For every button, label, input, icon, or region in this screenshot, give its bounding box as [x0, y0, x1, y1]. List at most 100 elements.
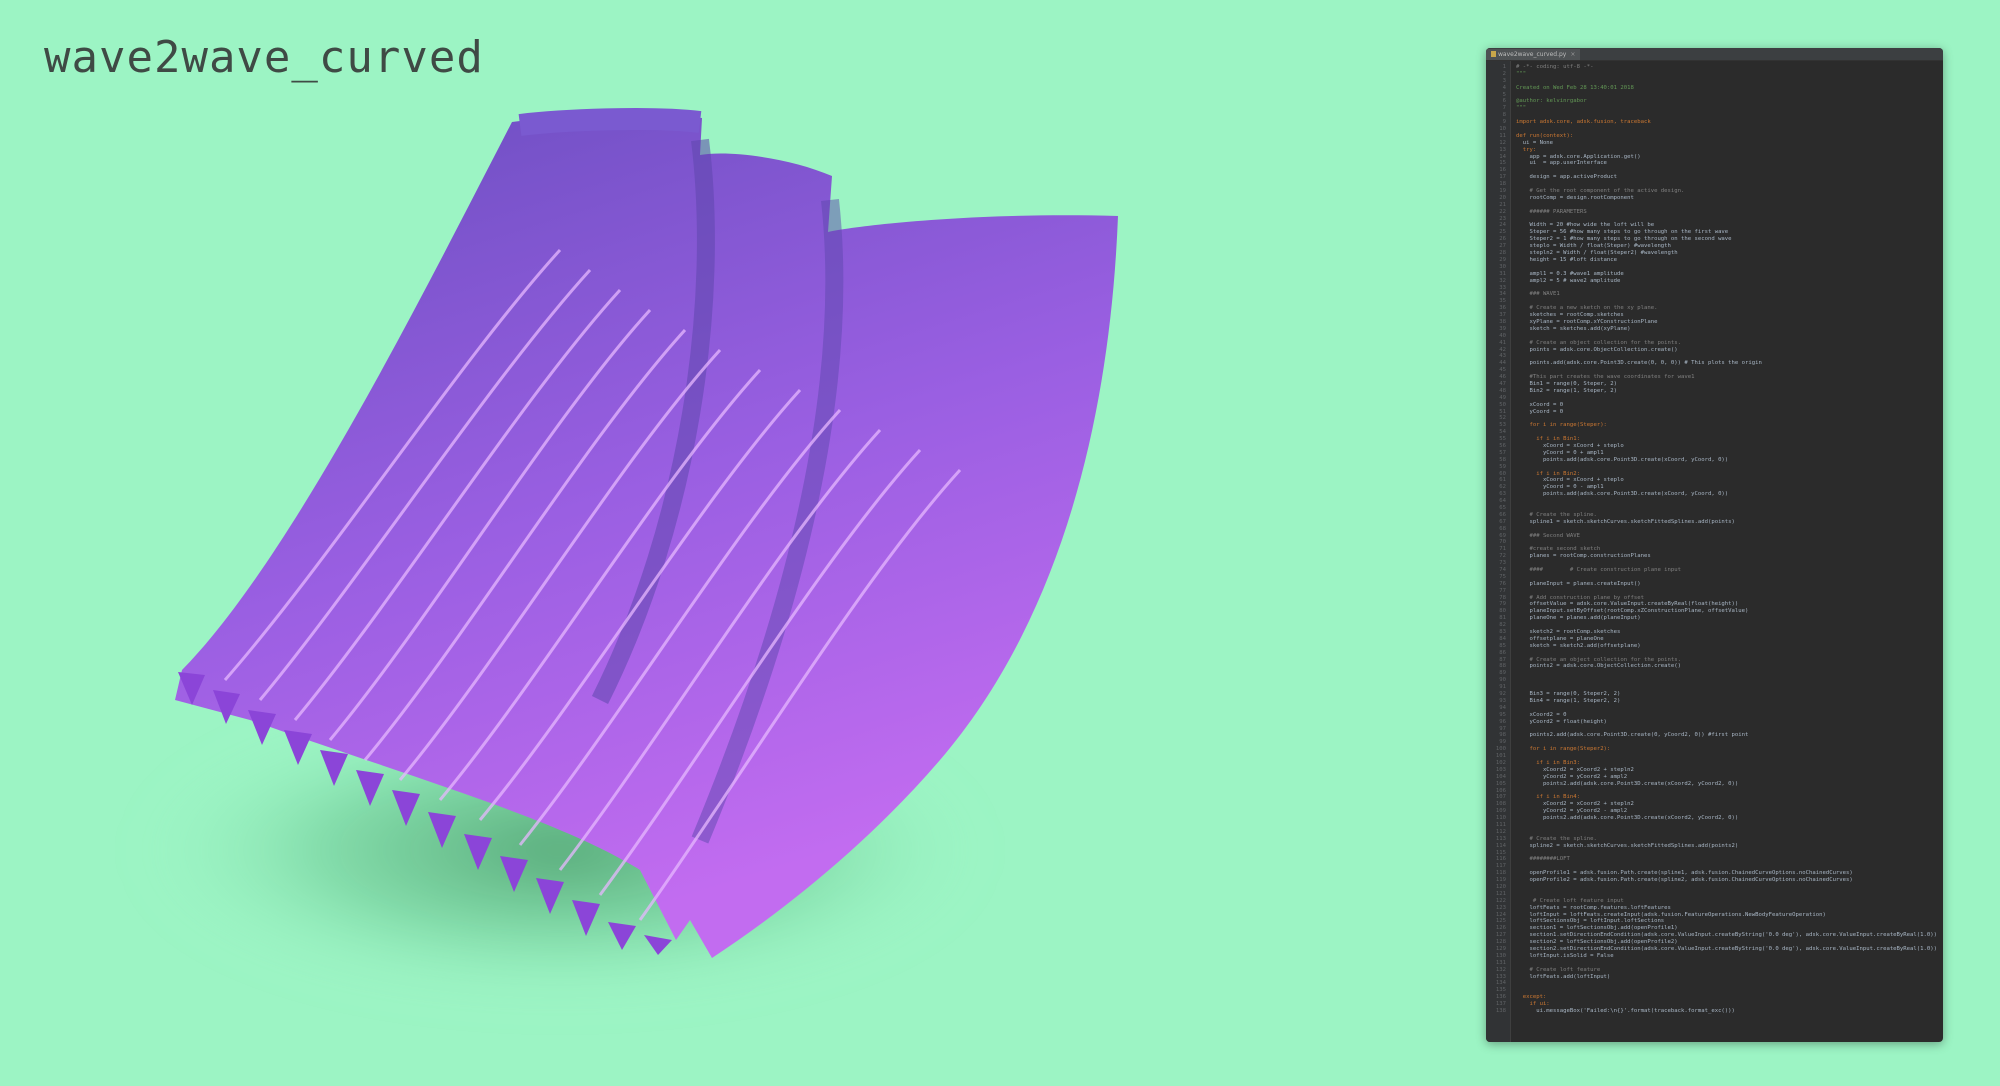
code-line: 56 xCoord = xCoord + steplo	[1486, 443, 1943, 450]
line-number: 48	[1499, 387, 1506, 394]
line-number: 116	[1495, 856, 1506, 863]
code-line: 15 ui = app.userInterface	[1486, 160, 1943, 167]
line-number: 66	[1499, 511, 1506, 518]
code-line: 114 spline2 = sketch.sketchCurves.sketch…	[1486, 843, 1943, 850]
line-number: 97	[1499, 725, 1506, 732]
line-number: 99	[1499, 739, 1506, 746]
code-text: if i in Bin2:	[1516, 470, 1580, 477]
editor-tab[interactable]: wave2wave_curved.py ×	[1486, 48, 1581, 60]
code-text: yCoord2 = yCoord2 - ampl2	[1516, 808, 1628, 815]
line-number: 49	[1499, 394, 1506, 401]
code-text: if ui:	[1516, 1001, 1550, 1008]
code-text: xCoord = xCoord + steplo	[1516, 442, 1624, 449]
code-text: except:	[1516, 994, 1547, 1001]
line-number: 86	[1499, 649, 1506, 656]
line-number: 19	[1499, 188, 1506, 195]
code-line: 12 ui = None	[1486, 140, 1943, 147]
code-text: xCoord = 0	[1516, 401, 1564, 408]
line-number: 37	[1499, 312, 1506, 319]
code-line: 133 loftFeats.add(loftInput)	[1486, 974, 1943, 981]
code-text: openProfile2 = adsk.fusion.Path.create(s…	[1516, 877, 1853, 884]
code-line: 98 points2.add(adsk.core.Point3D.create(…	[1486, 732, 1943, 739]
code-line: 100 for i in range(Steper2):	[1486, 746, 1943, 753]
line-number: 138	[1495, 1008, 1506, 1015]
code-line: 2 """	[1486, 71, 1943, 78]
editor-body[interactable]: 1 # -*- coding: utf-8 -*- 2 """ 3 4 Created on…	[1486, 61, 1943, 1042]
editor-tab-label: wave2wave_curved.py	[1498, 50, 1567, 58]
code-text: xyPlane = rootComp.xYConstructionPlane	[1516, 318, 1658, 325]
code-line: 97	[1486, 726, 1943, 733]
code-line: 45	[1486, 367, 1943, 374]
code-text: loftInput.isSolid = False	[1516, 952, 1614, 959]
code-text: ui = app.userInterface	[1516, 160, 1607, 167]
code-line: 62 yCoord = 0 - ampl1	[1486, 484, 1943, 491]
code-line: 24 Width = 20 #how wide the loft will be	[1486, 222, 1943, 229]
wave-surface-render	[140, 107, 1118, 1000]
code-line: 58 points.add(adsk.core.Point3D.create(x…	[1486, 457, 1943, 464]
code-text: yCoord2 = float(height)	[1516, 718, 1607, 725]
code-line: 59	[1486, 464, 1943, 471]
line-number: 73	[1499, 560, 1506, 567]
code-line: 69 ### Second WAVE	[1486, 533, 1943, 540]
line-number: 108	[1495, 801, 1506, 808]
line-number: 36	[1499, 305, 1506, 312]
python-file-icon	[1491, 51, 1496, 57]
code-text: loftFeats = rootComp.features.loftFeatur…	[1516, 904, 1671, 911]
line-number: 58	[1499, 456, 1506, 463]
line-number: 35	[1499, 298, 1506, 305]
code-line: 16	[1486, 167, 1943, 174]
code-line: 99	[1486, 739, 1943, 746]
code-line: 103 xCoord2 = xCoord2 + stepln2	[1486, 767, 1943, 774]
code-line: 101	[1486, 753, 1943, 760]
code-text: ui = None	[1516, 139, 1554, 146]
line-number: 18	[1499, 181, 1506, 188]
line-number: 123	[1495, 904, 1506, 911]
code-line: 88 points2 = adsk.core.ObjectCollection.…	[1486, 663, 1943, 670]
code-line: 51 yCoord = 0	[1486, 409, 1943, 416]
line-number: 12	[1499, 139, 1506, 146]
code-text: # Create the spline.	[1516, 835, 1597, 842]
line-number: 107	[1495, 794, 1506, 801]
code-line: 105 points2.add(adsk.core.Point3D.create…	[1486, 781, 1943, 788]
code-text: Bin3 = range(0, Steper2, 2)	[1516, 691, 1621, 698]
code-line: 65	[1486, 505, 1943, 512]
code-text: xCoord2 = xCoord2 + stepln2	[1516, 766, 1634, 773]
code-text: # Get the root component of the active d…	[1516, 188, 1685, 195]
code-text: """	[1516, 105, 1527, 112]
code-text: Created on Wed Feb 28 13:40:01 2018	[1516, 84, 1634, 91]
code-line: 135	[1486, 987, 1943, 994]
code-line: 22 ###### PARAMETERS	[1486, 209, 1943, 216]
line-number: 32	[1499, 277, 1506, 284]
code-line: 43	[1486, 353, 1943, 360]
line-number: 31	[1499, 270, 1506, 277]
code-line: 28 stepln2 = Width / float(Steper2) #wav…	[1486, 250, 1943, 257]
code-text: points = adsk.core.ObjectCollection.crea…	[1516, 346, 1678, 353]
code-line: 72 planes = rootComp.constructionPlanes	[1486, 553, 1943, 560]
code-line: 107 if i in Bin4:	[1486, 794, 1943, 801]
line-number: 105	[1495, 780, 1506, 787]
line-number: 96	[1499, 718, 1506, 725]
line-number: 56	[1499, 442, 1506, 449]
line-number: 104	[1495, 773, 1506, 780]
code-editor-window[interactable]: wave2wave_curved.py × 1 # -*- coding: utf…	[1486, 48, 1943, 1042]
line-number: 5	[1502, 91, 1506, 98]
code-text: sketch = sketch2.add(offsetplane)	[1516, 642, 1641, 649]
line-number: 29	[1499, 256, 1506, 263]
code-line: 44 points.add(adsk.core.Point3D.create(0…	[1486, 360, 1943, 367]
code-line: 93 Bin4 = range(1, Steper2, 2)	[1486, 698, 1943, 705]
code-line: 83 sketch2 = rootComp.sketches	[1486, 629, 1943, 636]
line-number: 60	[1499, 470, 1506, 477]
line-number: 125	[1495, 918, 1506, 925]
code-text: #create second sketch	[1516, 546, 1601, 553]
close-icon[interactable]: ×	[1570, 51, 1575, 58]
line-number: 41	[1499, 339, 1506, 346]
code-text: if i in Bin1:	[1516, 436, 1580, 443]
line-number: 101	[1495, 753, 1506, 760]
code-text: # Create a new sketch on the xy plane.	[1516, 305, 1658, 312]
code-text: for i in range(Steper2):	[1516, 746, 1611, 753]
line-number: 75	[1499, 573, 1506, 580]
code-text: planeInput = planes.createInput()	[1516, 580, 1641, 587]
code-line: 70	[1486, 539, 1943, 546]
code-text: ###### PARAMETERS	[1516, 208, 1587, 215]
code-line: 67 spline1 = sketch.sketchCurves.sketchF…	[1486, 519, 1943, 526]
